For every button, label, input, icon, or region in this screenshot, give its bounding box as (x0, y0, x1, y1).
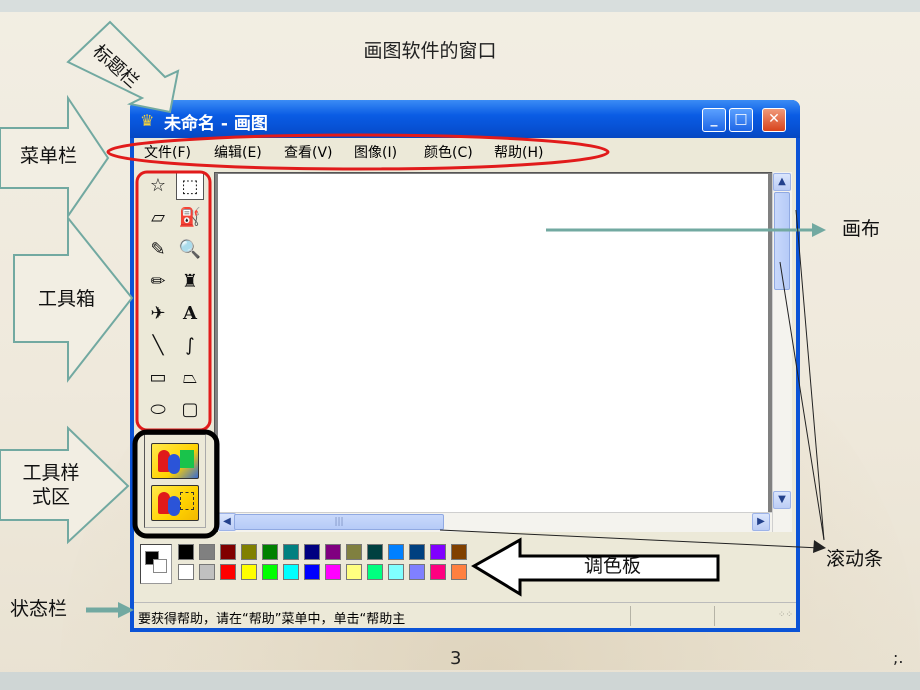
bottom-band (0, 672, 920, 690)
palette-swatch[interactable] (262, 544, 278, 560)
window-title: 未命名 - 画图 (164, 114, 268, 134)
drawing-canvas[interactable] (218, 174, 768, 514)
maximize-button[interactable]: □ (729, 108, 753, 132)
palette-swatch[interactable] (430, 564, 446, 580)
palette-swatch[interactable] (325, 564, 341, 580)
top-band (0, 0, 920, 12)
palette-swatch[interactable] (325, 544, 341, 560)
palette-swatch[interactable] (388, 564, 404, 580)
scroll-up-button[interactable]: ▲ (773, 173, 791, 191)
paint-app-icon: ♛ (140, 111, 155, 130)
palette-swatch[interactable] (178, 564, 194, 580)
pencil-icon[interactable]: ✏ (144, 268, 172, 296)
vertical-scroll-thumb[interactable] (774, 192, 790, 290)
color-picker-icon[interactable]: ✎ (144, 236, 172, 264)
menu-bar: 文件(F) 编辑(E) 查看(V) 图像(I) 颜色(C) 帮助(H) (134, 138, 796, 164)
corner-mark: ;. (893, 648, 904, 667)
menu-item-view[interactable]: 查看(V) (284, 142, 333, 162)
menu-item-help[interactable]: 帮助(H) (494, 142, 543, 162)
shape-cube-outline-icon (180, 492, 194, 510)
ellipse-icon[interactable]: ⬭ (144, 396, 172, 424)
palette-swatch[interactable] (451, 564, 467, 580)
minimize-button[interactable]: _ (702, 108, 726, 132)
canvas-label: 画布 (842, 218, 881, 240)
style-transparent-option[interactable] (151, 485, 199, 521)
curve-icon[interactable]: ∫ (176, 332, 204, 360)
menu-item-colors[interactable]: 颜色(C) (424, 142, 473, 162)
canvas-arrow (812, 223, 826, 237)
palette-swatch[interactable] (409, 544, 425, 560)
fill-bucket-icon[interactable]: ⛽ (176, 204, 204, 232)
shape-blob-icon (168, 496, 180, 516)
palette-swatch[interactable] (220, 564, 236, 580)
palette-swatch[interactable] (241, 544, 257, 560)
scrollbar-label: 滚动条 (826, 548, 884, 570)
status-separator (630, 606, 631, 626)
style-opaque-option[interactable] (151, 443, 199, 479)
menu-item-image[interactable]: 图像(I) (354, 142, 397, 162)
palette-swatch[interactable] (388, 544, 404, 560)
status-bar-label: 状态栏 (10, 598, 68, 620)
status-text: 要获得帮助，请在“帮助”菜单中，单击“帮助主 (138, 612, 406, 627)
color-palette (138, 542, 788, 592)
menu-bar-label: 菜单栏 (20, 145, 78, 167)
tool-style-area-label: 工具样式区 (22, 462, 80, 508)
palette-swatch[interactable] (262, 564, 278, 580)
shape-blob-icon (168, 454, 180, 474)
rect-select-icon[interactable]: ⬚ (176, 172, 204, 200)
palette-swatch[interactable] (283, 544, 299, 560)
palette-swatch[interactable] (409, 564, 425, 580)
palette-swatch[interactable] (346, 564, 362, 580)
palette-swatch[interactable] (220, 544, 236, 560)
background-color (153, 559, 167, 573)
title-bar-label: 标题栏 (88, 40, 143, 93)
scroll-right-button[interactable]: ▶ (752, 513, 770, 531)
palette-swatch[interactable] (178, 544, 194, 560)
resize-grip-icon[interactable]: ⁘⁘ (778, 611, 793, 627)
close-button[interactable]: ✕ (762, 108, 786, 132)
palette-label: 调色板 (584, 555, 642, 577)
toolbox: ☆ ⬚ ▱ ⛽ ✎ 🔍 ✏ ♜ ✈ A ╲ ∫ ▭ ⏢ ⬭ ▢ (140, 170, 214, 430)
page-number: 3 (450, 648, 462, 669)
status-separator (714, 606, 715, 626)
free-select-icon[interactable]: ☆ (144, 172, 172, 200)
rectangle-icon[interactable]: ▭ (144, 364, 172, 392)
shape-cube-icon (180, 450, 194, 468)
palette-swatch[interactable] (241, 564, 257, 580)
palette-swatch[interactable] (430, 544, 446, 560)
scroll-down-button[interactable]: ▼ (773, 491, 791, 509)
palette-swatch[interactable] (199, 544, 215, 560)
text-tool-icon[interactable]: A (176, 300, 204, 328)
eraser-icon[interactable]: ▱ (144, 204, 172, 232)
palette-swatch[interactable] (451, 544, 467, 560)
paint-window: ♛ 未命名 - 画图 _ □ ✕ 文件(F) 编辑(E) 查看(V) 图像(I)… (130, 100, 800, 632)
status-bar: 要获得帮助，请在“帮助”菜单中，单击“帮助主 ⁘⁘ (134, 602, 796, 628)
menu-item-file[interactable]: 文件(F) (144, 142, 191, 162)
palette-swatch[interactable] (283, 564, 299, 580)
palette-swatch[interactable] (346, 544, 362, 560)
palette-swatch[interactable] (304, 544, 320, 560)
toolbox-label: 工具箱 (38, 288, 96, 310)
slide-title: 画图软件的窗口 (363, 40, 497, 62)
tool-style-area (144, 434, 206, 528)
title-bar[interactable]: ♛ 未命名 - 画图 _ □ ✕ (130, 100, 800, 138)
airbrush-icon[interactable]: ✈ (144, 300, 172, 328)
magnifier-icon[interactable]: 🔍 (176, 236, 204, 264)
horizontal-scroll-thumb[interactable]: ||| (234, 514, 444, 530)
rounded-rect-icon[interactable]: ▢ (176, 396, 204, 424)
palette-swatch[interactable] (304, 564, 320, 580)
palette-swatch[interactable] (367, 544, 383, 560)
current-colors (140, 544, 172, 584)
line-icon[interactable]: ╲ (144, 332, 172, 360)
palette-swatch[interactable] (199, 564, 215, 580)
palette-swatch[interactable] (367, 564, 383, 580)
brush-icon[interactable]: ♜ (176, 268, 204, 296)
window-client-area: 文件(F) 编辑(E) 查看(V) 图像(I) 颜色(C) 帮助(H) ☆ ⬚ … (134, 138, 796, 628)
menu-item-edit[interactable]: 编辑(E) (214, 142, 262, 162)
polygon-icon[interactable]: ⏢ (176, 364, 204, 392)
